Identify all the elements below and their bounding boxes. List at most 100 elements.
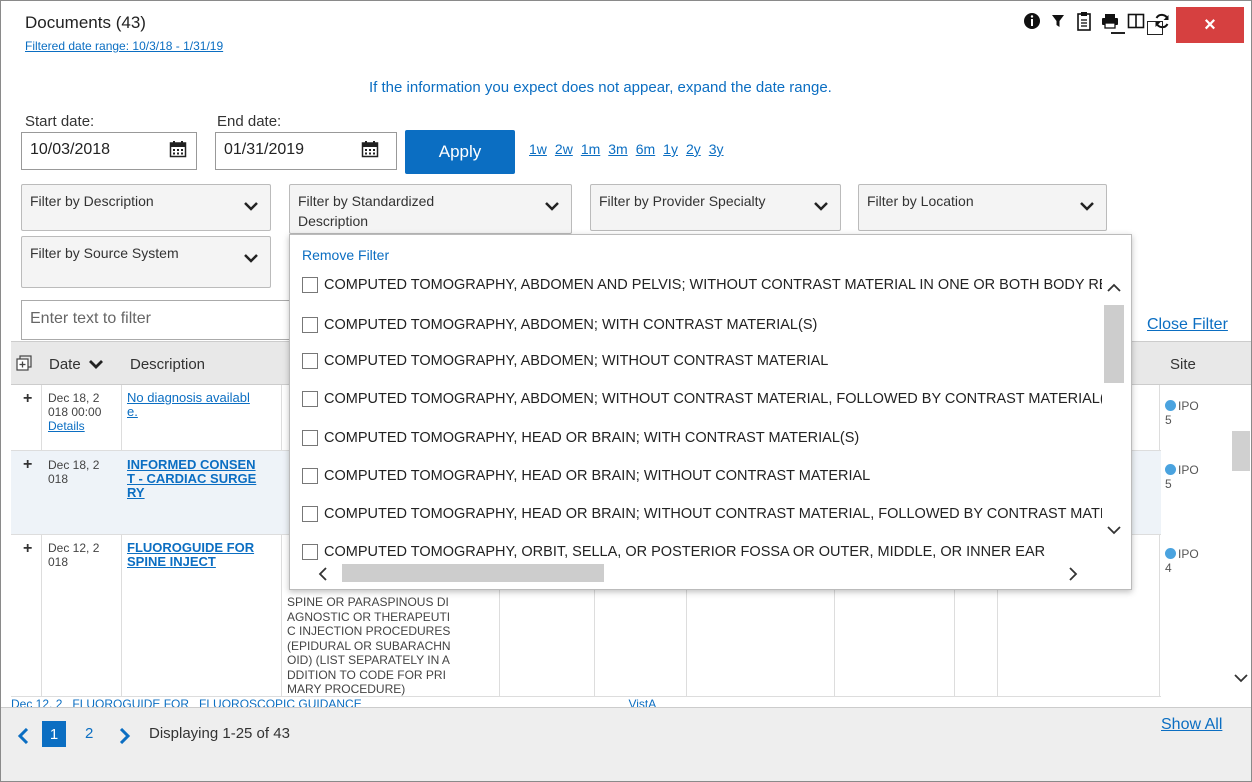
start-date-label: Start date: bbox=[25, 113, 95, 130]
option-checkbox[interactable] bbox=[302, 353, 318, 369]
scroll-up-icon[interactable] bbox=[1107, 283, 1121, 293]
option-checkbox[interactable] bbox=[302, 391, 318, 407]
quick-range-1m[interactable]: 1m bbox=[581, 141, 600, 157]
chevron-down-icon bbox=[545, 202, 559, 211]
row-details-link[interactable]: Details bbox=[48, 419, 85, 433]
quick-range-2w[interactable]: 2w bbox=[555, 141, 573, 157]
site-status-dot bbox=[1165, 548, 1176, 559]
quick-range-3y[interactable]: 3y bbox=[709, 141, 724, 157]
quick-range-1y[interactable]: 1y bbox=[663, 141, 678, 157]
page-title: Documents (43) bbox=[25, 13, 146, 32]
end-date-label: End date: bbox=[217, 113, 282, 130]
chevron-down-icon bbox=[1080, 202, 1094, 211]
chevron-down-icon bbox=[244, 202, 258, 211]
dropdown-option[interactable]: COMPUTED TOMOGRAPHY, HEAD OR BRAIN; WITH… bbox=[302, 465, 1102, 487]
clipboard-icon[interactable] bbox=[1071, 8, 1097, 34]
option-label: COMPUTED TOMOGRAPHY, ABDOMEN; WITHOUT CO… bbox=[324, 391, 1102, 407]
sort-desc-icon[interactable] bbox=[88, 359, 103, 369]
standardized-description-dropdown: Remove Filter COMPUTED TOMOGRAPHY, ABDOM… bbox=[289, 234, 1132, 590]
dropdown-scrollbar-thumb[interactable] bbox=[1104, 305, 1124, 383]
row-site: IPO 5 bbox=[1165, 399, 1199, 427]
scroll-down-icon[interactable] bbox=[1107, 525, 1121, 535]
column-description-header[interactable]: Description bbox=[130, 356, 205, 373]
option-label: COMPUTED TOMOGRAPHY, HEAD OR BRAIN; WITH… bbox=[324, 430, 860, 446]
scroll-down-icon[interactable] bbox=[1234, 673, 1248, 683]
minimize-button[interactable] bbox=[1108, 11, 1128, 35]
dropdown-option[interactable]: COMPUTED TOMOGRAPHY, ORBIT, SELLA, OR PO… bbox=[302, 541, 1102, 563]
row-date: Dec 12, 2 018 bbox=[48, 541, 100, 569]
chevron-down-icon bbox=[814, 202, 828, 211]
previous-page-icon[interactable] bbox=[17, 728, 29, 744]
row-date: Dec 18, 2 018 bbox=[48, 458, 100, 486]
filtered-date-range-link[interactable]: Filtered date range: 10/3/18 - 1/31/19 bbox=[25, 39, 223, 53]
filter-standardized-label-line1: Filter by Standardized bbox=[298, 193, 435, 209]
row-description-link[interactable]: No diagnosis availabl e. bbox=[127, 391, 277, 419]
quick-range-2y[interactable]: 2y bbox=[686, 141, 701, 157]
option-checkbox[interactable] bbox=[302, 430, 318, 446]
dropdown-option[interactable]: COMPUTED TOMOGRAPHY, ABDOMEN; WITHOUT CO… bbox=[302, 350, 1102, 372]
expand-row-icon[interactable]: + bbox=[23, 390, 32, 408]
scroll-left-icon[interactable] bbox=[318, 567, 328, 581]
dropdown-option[interactable]: COMPUTED TOMOGRAPHY, HEAD OR BRAIN; WITH… bbox=[302, 427, 1102, 449]
next-page-icon[interactable] bbox=[119, 728, 131, 744]
start-date-field[interactable]: 10/03/2018 bbox=[21, 132, 197, 170]
apply-button[interactable]: Apply bbox=[405, 130, 515, 174]
chevron-down-icon bbox=[244, 254, 258, 263]
expand-row-icon[interactable]: + bbox=[23, 540, 32, 558]
filter-source-system-select[interactable]: Filter by Source System bbox=[21, 236, 271, 288]
row-description-link[interactable]: INFORMED CONSEN T - CARDIAC SURGE RY bbox=[127, 458, 277, 500]
filter-description-label: Filter by Description bbox=[30, 193, 154, 209]
remove-filter-link[interactable]: Remove Filter bbox=[302, 247, 389, 263]
table-scrollbar-thumb[interactable] bbox=[1232, 431, 1250, 471]
option-checkbox[interactable] bbox=[302, 277, 318, 293]
option-checkbox[interactable] bbox=[302, 506, 318, 522]
end-date-value: 01/31/2019 bbox=[224, 141, 305, 158]
option-checkbox[interactable] bbox=[302, 317, 318, 333]
row-procedure-text: SPINE OR PARASPINOUS DI AGNOSTIC OR THER… bbox=[287, 595, 451, 696]
dropdown-option[interactable]: COMPUTED TOMOGRAPHY, ABDOMEN AND PELVIS;… bbox=[302, 274, 1102, 296]
row-site: IPO 4 bbox=[1165, 547, 1199, 575]
filter-location-select[interactable]: Filter by Location bbox=[858, 184, 1107, 231]
filter-description-select[interactable]: Filter by Description bbox=[21, 184, 271, 231]
row-date-text: Dec 18, 2 018 00:00 bbox=[48, 391, 102, 419]
page-1-button[interactable]: 1 bbox=[42, 721, 66, 747]
filter-provider-specialty-select[interactable]: Filter by Provider Specialty bbox=[590, 184, 841, 231]
filter-standardized-description-select[interactable]: Filter by Standardized Description bbox=[289, 184, 572, 234]
scroll-right-icon[interactable] bbox=[1068, 567, 1078, 581]
close-filter-link[interactable]: Close Filter bbox=[1147, 316, 1228, 334]
dropdown-option[interactable]: COMPUTED TOMOGRAPHY, ABDOMEN; WITHOUT CO… bbox=[302, 388, 1102, 410]
text-filter-input[interactable]: Enter text to filter bbox=[21, 300, 291, 340]
quick-range-6m[interactable]: 6m bbox=[636, 141, 655, 157]
dropdown-option[interactable]: COMPUTED TOMOGRAPHY, ABDOMEN; WITH CONTR… bbox=[302, 314, 1102, 336]
end-date-field[interactable]: 01/31/2019 bbox=[215, 132, 397, 170]
column-date-header[interactable]: Date bbox=[49, 356, 103, 373]
dropdown-horizontal-scrollbar-thumb[interactable] bbox=[342, 564, 604, 582]
info-icon[interactable] bbox=[1019, 8, 1045, 34]
documents-window: Documents (43) Filtered date range: 10/3… bbox=[0, 0, 1252, 782]
option-label: COMPUTED TOMOGRAPHY, HEAD OR BRAIN; WITH… bbox=[324, 506, 1102, 522]
row-description-link[interactable]: FLUOROGUIDE FOR SPINE INJECT bbox=[127, 541, 277, 569]
column-site-header[interactable]: Site bbox=[1170, 356, 1196, 373]
close-button[interactable]: × bbox=[1176, 7, 1244, 43]
quick-range-3m[interactable]: 3m bbox=[608, 141, 627, 157]
partial-table-row: Dec 12, 2 FLUOROGUIDE FOR FLUOROSCOPIC G… bbox=[11, 697, 657, 707]
calendar-icon[interactable] bbox=[169, 140, 187, 158]
option-label: COMPUTED TOMOGRAPHY, HEAD OR BRAIN; WITH… bbox=[324, 468, 871, 484]
column-date-label: Date bbox=[49, 356, 81, 373]
filter-source-system-label: Filter by Source System bbox=[30, 245, 179, 261]
option-checkbox[interactable] bbox=[302, 468, 318, 484]
maximize-button[interactable] bbox=[1141, 11, 1165, 35]
expand-row-icon[interactable]: + bbox=[23, 456, 32, 474]
option-checkbox[interactable] bbox=[302, 544, 318, 560]
option-label: COMPUTED TOMOGRAPHY, ABDOMEN; WITHOUT CO… bbox=[324, 353, 829, 369]
option-label: COMPUTED TOMOGRAPHY, ORBIT, SELLA, OR PO… bbox=[324, 544, 1046, 560]
filter-icon[interactable] bbox=[1045, 8, 1071, 34]
page-2-link[interactable]: 2 bbox=[85, 725, 93, 742]
expand-all-icon[interactable] bbox=[16, 355, 32, 371]
quick-range-1w[interactable]: 1w bbox=[529, 141, 547, 157]
show-all-link[interactable]: Show All bbox=[1161, 716, 1222, 734]
calendar-icon[interactable] bbox=[361, 140, 379, 158]
row-date: Dec 18, 2 018 00:00 Details bbox=[48, 391, 120, 433]
dropdown-option[interactable]: COMPUTED TOMOGRAPHY, HEAD OR BRAIN; WITH… bbox=[302, 503, 1102, 525]
site-status-dot bbox=[1165, 400, 1176, 411]
